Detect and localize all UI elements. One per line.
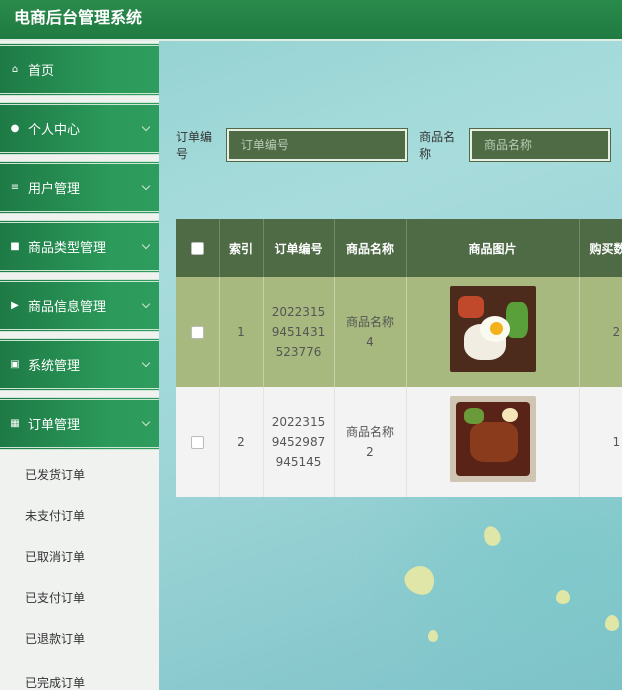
- app-header: 电商后台管理系统: [0, 0, 622, 41]
- submenu-item-shipped[interactable]: 已发货订单: [0, 455, 159, 496]
- row-select-cell: [176, 277, 220, 387]
- submenu-item-cancelled[interactable]: 已取消订单: [0, 537, 159, 578]
- chevron-down-icon: [141, 299, 151, 308]
- background-petal-decoration: [481, 523, 503, 549]
- table-header-row: 索引 订单编号 商品名称 商品图片 购买数: [176, 219, 622, 277]
- index-cell: 2: [219, 387, 264, 497]
- column-header: 商品图片: [406, 219, 580, 277]
- sidebar-item-product-types[interactable]: ■ 商品类型管理: [0, 220, 159, 273]
- sidebar: ⌂ 首页 ● 个人中心 ≡ 用户管理 ■ 商品类型管理 ▶ 商品信息管理 ▣ 系…: [0, 41, 159, 690]
- chevron-down-icon: [141, 417, 151, 426]
- order-no-line: 9452987: [271, 435, 326, 449]
- home-icon: ⌂: [11, 64, 19, 75]
- order-no-label: 订单编号: [176, 130, 213, 161]
- order-no-cell: 2022315 9452987 945145: [263, 387, 335, 497]
- submenu-item-unpaid[interactable]: 未支付订单: [0, 496, 159, 537]
- grid-icon: ▦: [10, 418, 20, 429]
- column-header: 商品名称: [334, 219, 407, 277]
- chevron-down-icon: [141, 181, 151, 190]
- quantity-value: 2: [612, 325, 621, 339]
- column-header: 购买数: [579, 219, 622, 277]
- chevron-down-icon: [141, 358, 151, 367]
- search-bar: 订单编号 商品名称: [176, 128, 622, 162]
- select-all-checkbox[interactable]: [190, 242, 204, 255]
- order-no-line: 523776: [275, 345, 322, 359]
- quantity-value: 1: [612, 435, 621, 449]
- order-no-cell: 2022315 9451431 523776: [263, 277, 335, 387]
- row-checkbox[interactable]: [190, 326, 204, 339]
- index-cell: 1: [219, 277, 264, 387]
- row-checkbox[interactable]: [190, 436, 204, 449]
- order-no-line: 2022315: [271, 415, 326, 429]
- sidebar-item-profile[interactable]: ● 个人中心: [0, 102, 159, 155]
- sidebar-item-label: 商品类型管理: [28, 241, 107, 256]
- background-petal-decoration: [605, 615, 619, 631]
- sidebar-item-home[interactable]: ⌂ 首页: [0, 43, 159, 96]
- quantity-cell: 2: [579, 277, 622, 387]
- background-petal-decoration: [400, 560, 440, 600]
- sidebar-item-label: 订单管理: [28, 418, 81, 433]
- app-title: 电商后台管理系统: [14, 8, 143, 27]
- sidebar-item-product-info[interactable]: ▶ 商品信息管理: [0, 279, 159, 332]
- orders-table: 索引 订单编号 商品名称 商品图片 购买数 1 2022315 9451431 …: [176, 219, 622, 498]
- background-petal-decoration: [428, 630, 438, 642]
- table-row[interactable]: 2 2022315 9452987 945145 商品名称 2 1: [176, 387, 622, 497]
- order-no-input[interactable]: [225, 128, 409, 162]
- sidebar-item-label: 用户管理: [28, 182, 81, 197]
- product-name-cell: 商品名称 4: [334, 277, 407, 387]
- product-name-line: 商品名称: [345, 315, 394, 329]
- submenu-item-completed[interactable]: 已完成订单: [0, 663, 159, 690]
- briefcase-icon: ■: [10, 241, 20, 252]
- product-name-cell: 商品名称 2: [334, 387, 407, 497]
- product-name-input[interactable]: [468, 128, 611, 162]
- quantity-cell: 1: [579, 387, 622, 497]
- submenu-item-paid[interactable]: 已支付订单: [0, 578, 159, 619]
- product-name-line: 商品名称: [345, 425, 394, 439]
- chevron-down-icon: [141, 122, 151, 131]
- sidebar-item-system[interactable]: ▣ 系统管理: [0, 338, 159, 391]
- flag-icon: ▶: [11, 300, 19, 311]
- sidebar-item-label: 系统管理: [28, 359, 81, 374]
- table-row[interactable]: 1 2022315 9451431 523776 商品名称 4 2: [176, 277, 622, 387]
- product-name-label: 商品名称: [419, 130, 456, 161]
- sidebar-item-label: 商品信息管理: [28, 300, 107, 315]
- product-image-cell: [406, 387, 580, 497]
- list-icon: ≡: [10, 182, 20, 193]
- sidebar-item-label: 首页: [28, 64, 55, 79]
- column-header: 索引: [219, 219, 264, 277]
- user-icon: ●: [10, 123, 20, 134]
- column-header: 订单编号: [263, 219, 335, 277]
- order-no-line: 2022315: [271, 305, 326, 319]
- sidebar-item-label: 个人中心: [28, 123, 81, 138]
- product-name-line: 4: [366, 335, 374, 349]
- sidebar-item-users[interactable]: ≡ 用户管理: [0, 161, 159, 214]
- order-no-line: 9451431: [271, 325, 326, 339]
- sidebar-item-orders[interactable]: ▦ 订单管理: [0, 397, 159, 450]
- order-no-line: 945145: [275, 455, 322, 469]
- select-all-header: [176, 219, 220, 277]
- product-image-cell: [406, 277, 580, 387]
- food-photo-image: [449, 396, 536, 482]
- background-petal-decoration: [556, 590, 570, 604]
- product-name-line: 2: [366, 445, 374, 459]
- food-photo-image: [449, 286, 536, 372]
- clipboard-icon: ▣: [10, 359, 20, 370]
- chevron-down-icon: [141, 240, 151, 249]
- row-select-cell: [176, 387, 220, 497]
- submenu-item-refunded[interactable]: 已退款订单: [0, 619, 159, 660]
